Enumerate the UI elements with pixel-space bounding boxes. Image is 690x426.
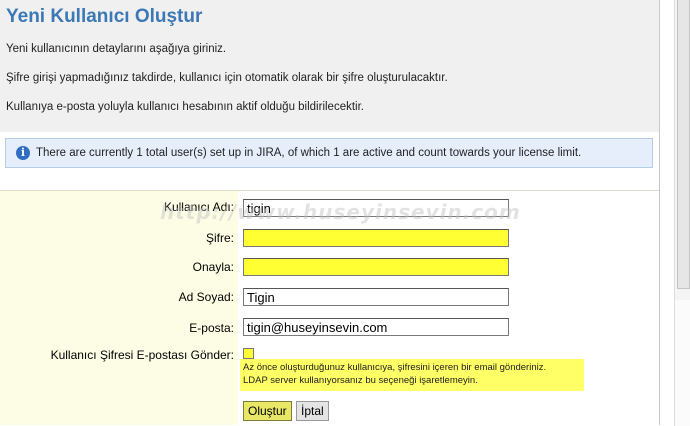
create-button[interactable]: Oluştur bbox=[243, 401, 292, 421]
page-title: Yeni Kullanıcı Oluştur bbox=[6, 6, 203, 27]
license-info-text: There are currently 1 total user(s) set … bbox=[36, 147, 582, 159]
password-label: Şifre: bbox=[205, 231, 234, 245]
cancel-button[interactable]: İptal bbox=[296, 401, 329, 421]
send-email-help-line2: LDAP server kullanıyorsanız bu seçeneği … bbox=[243, 375, 478, 386]
confirm-password-label: Onayla: bbox=[192, 260, 234, 274]
email-field[interactable] bbox=[243, 318, 509, 336]
username-field[interactable] bbox=[243, 199, 509, 217]
fullname-label: Ad Soyad: bbox=[178, 290, 234, 304]
info-icon: i bbox=[16, 146, 30, 160]
send-email-help: Az önce oluşturduğunuz kullanıcıya, şifr… bbox=[240, 359, 584, 391]
user-form: Kullanıcı Adı: Şifre: Onayla: Ad Soyad: … bbox=[0, 190, 659, 425]
vertical-scrollbar[interactable] bbox=[674, 0, 690, 300]
password-field[interactable] bbox=[243, 229, 509, 247]
email-label: E-posta: bbox=[189, 321, 234, 335]
description-details: Yeni kullanıcının detaylarını aşağıya gi… bbox=[6, 43, 227, 55]
send-password-email-checkbox[interactable] bbox=[243, 348, 254, 359]
description-email: Kullanıya e-posta yoluyla kullanıcı hesa… bbox=[6, 101, 364, 113]
create-user-panel: Yeni Kullanıcı Oluştur Yeni kullanıcının… bbox=[0, 0, 660, 425]
scrollbar-track[interactable] bbox=[674, 300, 690, 426]
username-label: Kullanıcı Adı: bbox=[163, 200, 234, 214]
send-password-email-label: Kullanıcı Şifresi E-postası Gönder: bbox=[50, 348, 234, 362]
header-section: Yeni Kullanıcı Oluştur Yeni kullanıcının… bbox=[0, 0, 659, 132]
fullname-field[interactable] bbox=[243, 288, 509, 306]
scrollbar-thumb[interactable] bbox=[677, 0, 690, 289]
form-label-column: Kullanıcı Adı: Şifre: Onayla: Ad Soyad: … bbox=[0, 191, 234, 425]
description-password: Şifre girişi yapmadığınız takdirde, kull… bbox=[6, 72, 448, 84]
send-email-help-line1: Az önce oluşturduğunuz kullanıcıya, şifr… bbox=[243, 362, 547, 373]
license-info-box: i There are currently 1 total user(s) se… bbox=[5, 138, 653, 168]
confirm-password-field[interactable] bbox=[243, 258, 509, 276]
